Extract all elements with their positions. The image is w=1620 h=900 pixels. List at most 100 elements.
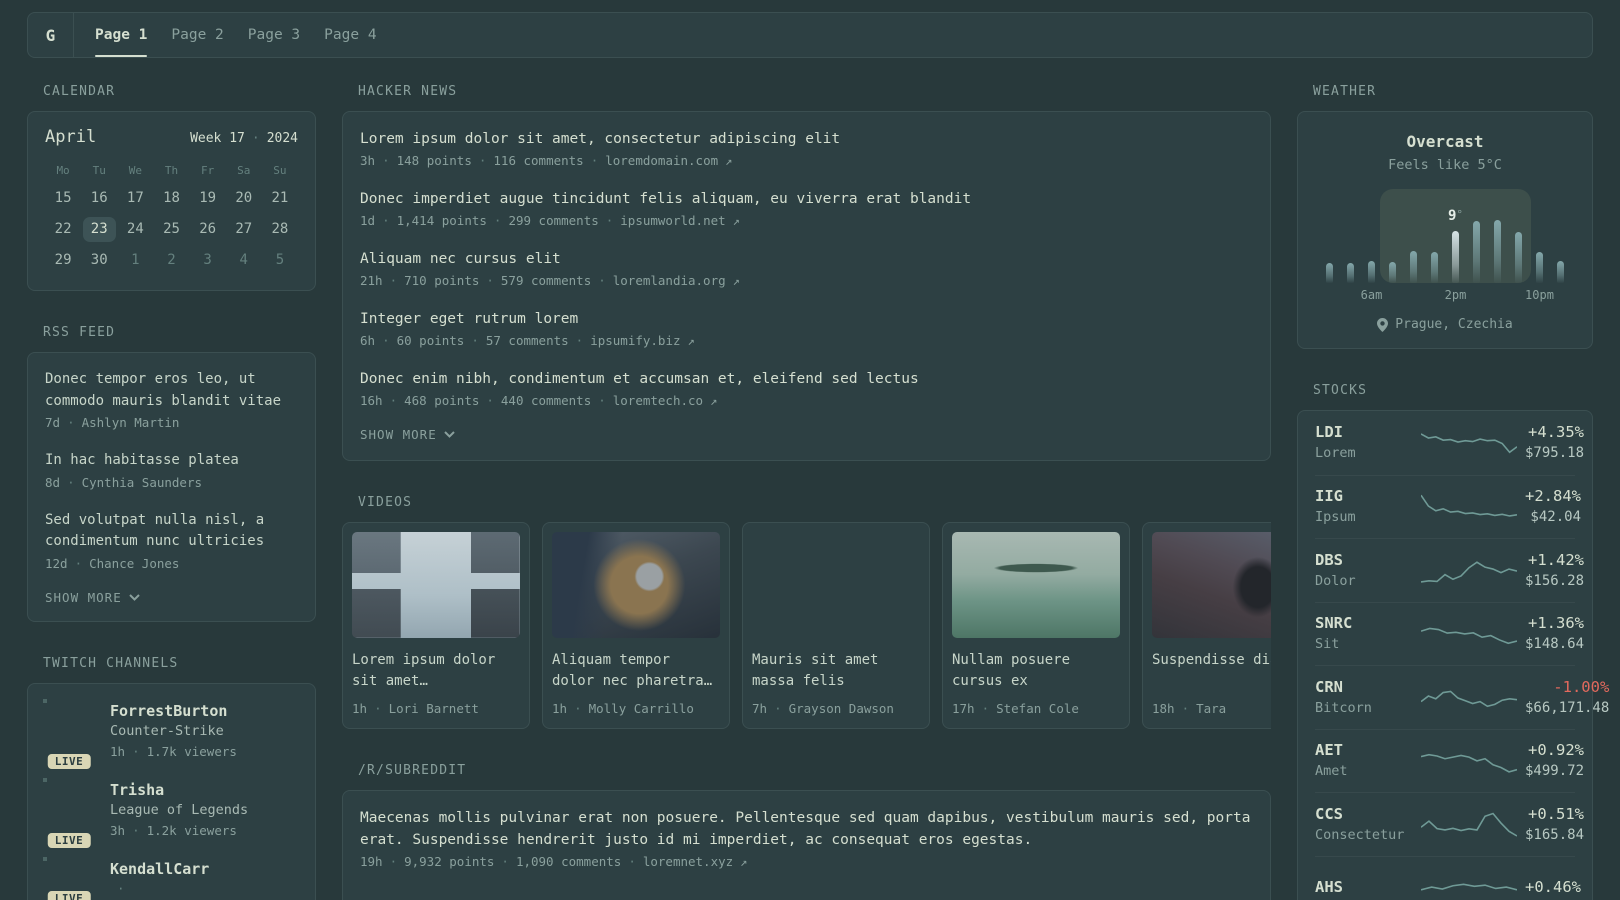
app-logo[interactable]: G [28,13,73,57]
stock-values: +0.46% [1525,877,1581,898]
hn-item-title[interactable]: Integer eget rutrum lorem [360,308,1253,330]
video-card[interactable]: Aliquam tempor dolor nec pharetra… 1h · … [542,522,730,729]
hn-item-points: 1,414 points [396,213,487,228]
stock-change: +1.36% [1528,614,1585,633]
twitch-card: LIVE ForrestBurton Counter-Strike 1h · 1… [27,682,316,900]
video-thumbnail [352,532,520,638]
left-column: CALENDAR April Week 17 · 2024 Mo Tu We Th Fr… [27,84,316,900]
calendar-day: 2 [167,252,176,268]
rss-item-meta: 8d · Cynthia Saunders [45,473,298,493]
hn-item-domain[interactable]: loremlandia.org [613,271,726,291]
subreddit-list: Maecenas mollis pulvinar erat non posuer… [360,807,1253,872]
stock-sparkline [1421,807,1517,841]
separator-dot: · [67,415,75,430]
hackernews-card: Lorem ipsum dolor sit amet, consectetur … [342,111,1271,461]
rss-widget: RSS FEED Donec tempor eros leo, ut commo… [27,325,316,622]
middle-column: HACKER NEWS Lorem ipsum dolor sit amet, … [342,84,1271,900]
stock-identity: AET Amet [1315,740,1413,781]
hn-item-title[interactable]: Aliquam nec cursus elit [360,248,1253,270]
video-meta: 1h · Lori Barnett [352,699,520,719]
nav-tab[interactable]: Page 2 [160,13,234,57]
twitch-channel-row[interactable]: LIVE KendallCarr · [45,859,298,900]
nav-tab[interactable]: Page 4 [313,13,387,57]
video-age: 1h [352,701,368,716]
twitch-channel-meta: 1h · 1.7k viewers [110,742,237,762]
video-card[interactable]: Suspendisse diam 18h · Tara [1142,522,1271,729]
hn-item-title[interactable]: Donec enim nibh, condimentum et accumsan… [360,368,1253,390]
stock-values: +4.35% $795.18 [1525,422,1584,463]
rss-section-label: RSS FEED [43,325,116,340]
stock-row[interactable]: AET Amet +0.92% $499.72 [1315,728,1584,793]
hn-item-domain[interactable]: ipsumworld.net [620,211,725,231]
separator-dot: · [389,273,398,288]
current-temperature-label: 9° [1447,208,1464,224]
video-card[interactable]: Lorem ipsum dolor sit amet consectetu… 1… [342,522,530,729]
nav-tab[interactable]: Page 3 [237,13,311,57]
rss-item-title[interactable]: In hac habitasse platea [45,450,298,472]
video-meta: 17h · Stefan Cole [952,699,1120,719]
calendar-week-year: Week 17 · 2024 [190,131,298,146]
live-badge: LIVE [45,830,93,850]
hn-show-more-button[interactable]: SHOW MORE [360,427,455,442]
external-link-icon: ↗ [687,334,695,348]
reddit-post-title[interactable]: Maecenas mollis pulvinar erat non posuer… [360,807,1253,851]
twitch-channel-meta: 3h · 1.2k viewers [110,821,248,841]
live-badge: LIVE [45,751,93,771]
weather-location: Prague, Czechia [1395,317,1513,332]
stock-sparkline [1421,426,1517,460]
rss-item-meta: 12d · Chance Jones [45,554,298,574]
rss-item-title[interactable]: Donec tempor eros leo, ut commodo mauris… [45,369,298,412]
twitch-channel-meta: · [110,879,209,899]
weather-bar [1368,261,1375,283]
hn-item-domain[interactable]: loremdomain.com [605,151,718,171]
twitch-channel-row[interactable]: LIVE ForrestBurton Counter-Strike 1h · 1… [45,701,298,771]
separator-dot: · [493,213,502,228]
weather-card: Overcast Feels like 5°C 9° 6am 2pm 10pm Pr… [1297,111,1593,349]
hn-item-meta: 16h · 468 points · 440 comments · loremt… [360,391,1253,411]
twitch-viewers: 1.2k viewers [146,822,237,838]
stock-change: -1.00% [1553,677,1610,696]
twitch-channel-row[interactable]: LIVE Trisha League of Legends 3h · 1.2k … [45,780,298,850]
stocks-card: LDI Lorem +4.35% $795.18 IIG Ipsum +2.84… [1297,410,1609,900]
twitch-channel-name: ForrestBurton [110,701,228,720]
calendar-weekday: Su [273,163,287,177]
stock-row[interactable]: IIG Ipsum +2.84% $42.04 [1315,474,1581,539]
stock-row[interactable]: DBS Dolor +1.42% $156.28 [1315,538,1584,602]
calendar-day: 17 [126,190,144,206]
nav-tab[interactable]: Page 1 [84,13,158,57]
live-badge: LIVE [45,888,93,900]
stock-row[interactable]: CRN Bitcorn -1.00% $66,171.48 [1315,665,1609,729]
video-card[interactable]: Nullam posuere cursus ex 17h · Stefan Co… [942,522,1130,729]
external-link-icon: ↗ [740,855,748,869]
hn-item-title[interactable]: Lorem ipsum dolor sit amet, consectetur … [360,128,1253,150]
video-author: Tara [1196,701,1227,716]
stock-row[interactable]: AHS +0.46% [1315,855,1581,900]
separator-dot: · [74,555,83,571]
hn-item-time: 21h [360,273,383,288]
rss-show-more-button[interactable]: SHOW MORE [45,590,140,605]
hn-item-domain[interactable]: loremtech.co [613,391,703,411]
weather-bar [1473,221,1480,283]
hn-item: Integer eget rutrum lorem 6h · 60 points… [360,308,1253,351]
stocks-widget: STOCKS LDI Lorem +4.35% $795.18 IIG Ipsu… [1297,383,1609,900]
calendar-day: 5 [275,252,285,268]
stock-price: $165.84 [1525,826,1585,843]
stock-row[interactable]: CCS Consectetur +0.51% $165.84 [1315,792,1584,856]
calendar-day: 22 [54,221,72,237]
main-grid: CALENDAR April Week 17 · 2024 Mo Tu We Th Fr… [27,84,1609,900]
calendar-day: 16 [90,190,108,206]
stock-price: $499.72 [1525,763,1585,780]
chevron-down-icon [444,431,455,438]
hn-item-title[interactable]: Donec imperdiet augue tincidunt felis al… [360,188,1253,210]
reddit-post-points: 9,932 points [404,854,495,869]
stock-row[interactable]: SNRC Sit +1.36% $148.64 [1315,601,1584,666]
separator-dot: · [486,273,494,288]
rss-item-title[interactable]: Sed volutpat nulla nisl, a condimentum n… [45,510,298,553]
video-card[interactable]: Mauris sit amet massa felis 7h · Grayson… [742,522,930,729]
rss-card: Donec tempor eros leo, ut commodo mauris… [27,352,316,622]
hn-item-domain[interactable]: ipsumify.biz [590,331,680,351]
reddit-post-domain[interactable]: loremnet.xyz [643,852,733,872]
weather-time-label: 6am [1360,288,1383,302]
stock-row[interactable]: LDI Lorem +4.35% $795.18 [1315,411,1584,475]
calendar-day: 26 [199,221,217,237]
